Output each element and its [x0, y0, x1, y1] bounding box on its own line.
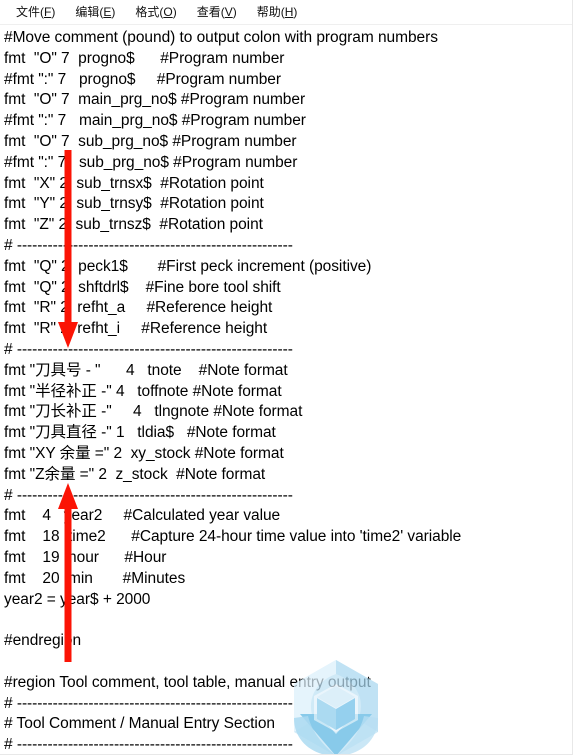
editor-line: #region Tool comment, tool table, manual… [4, 673, 371, 691]
menu-item-help-label: 帮助(H) [256, 5, 298, 19]
notepad-window: 文件(F) 编辑(E) 格式(O) 查看(V) 帮助(H) #Move comm… [0, 0, 573, 755]
editor-line: fmt 19 hour #Hour [4, 548, 167, 566]
editor-line: fmt "Y" 2 sub_trnsy$ #Rotation point [4, 195, 264, 213]
editor-line: # --------------------------------------… [4, 340, 293, 358]
editor-line: # Tool Comment / Manual Entry Section [4, 715, 275, 733]
editor-line: fmt "Z" 2 sub_trnsz$ #Rotation point [4, 216, 263, 234]
editor-line: # --------------------------------------… [4, 486, 293, 504]
editor-line: fmt "O" 7 main_prg_no$ #Program number [4, 91, 306, 109]
menu-item-file-label: 文件(F) [16, 5, 56, 19]
editor-line: fmt "刀长补正 -" 4 tlngnote #Note format [4, 403, 303, 421]
editor-line: # --------------------------------------… [4, 236, 293, 254]
menu-item-edit[interactable]: 编辑(E) [66, 3, 124, 21]
menu-item-format-label: 格式(O) [135, 5, 177, 19]
editor-text-content[interactable]: #Move comment (pound) to output colon wi… [4, 28, 572, 754]
editor-line: year2 = year$ + 2000 [4, 590, 151, 608]
editor-line: #fmt ":" 7 progno$ #Program number [4, 70, 281, 88]
menu-item-file[interactable]: 文件(F) [7, 3, 64, 21]
editor-line: fmt "X" 2 sub_trnsx$ #Rotation point [4, 174, 264, 192]
menu-bar: 文件(F) 编辑(E) 格式(O) 查看(V) 帮助(H) [0, 0, 572, 25]
editor-line: fmt "Q" 2 peck1$ #First peck increment (… [4, 257, 372, 275]
editor-line: fmt 18 time2 #Capture 24-hour time value… [4, 528, 462, 546]
editor-line: fmt "R" 2 refht_i #Reference height [4, 320, 268, 338]
menu-item-format[interactable]: 格式(O) [126, 3, 185, 21]
menu-item-edit-label: 编辑(E) [75, 5, 116, 19]
menu-item-help[interactable]: 帮助(H) [248, 3, 307, 21]
editor-line: fmt "O" 7 progno$ #Program number [4, 49, 285, 67]
editor-line: fmt "刀具号 - " 4 tnote #Note format [4, 361, 288, 379]
editor-line: fmt "R" 2 refht_a #Reference height [4, 299, 273, 317]
menu-item-view[interactable]: 查看(V) [188, 3, 246, 21]
editor-line: #fmt ":" 7 sub_prg_no$ #Program number [4, 153, 298, 171]
text-editor-area[interactable]: #Move comment (pound) to output colon wi… [0, 26, 572, 754]
editor-line: #fmt ":" 7 main_prg_no$ #Program number [4, 112, 306, 130]
editor-line: fmt "Q" 2 shftdrl$ #Fine bore tool shift [4, 278, 281, 296]
editor-line: fmt 20 min #Minutes [4, 569, 186, 587]
editor-line: # --------------------------------------… [4, 694, 293, 712]
menu-item-view-label: 查看(V) [196, 5, 237, 19]
editor-line: # --------------------------------------… [4, 736, 293, 754]
editor-line: fmt "Z余量 =" 2 z_stock #Note format [4, 465, 266, 483]
editor-line: #endregion [4, 632, 82, 650]
editor-line: fmt 4 year2 #Calculated year value [4, 507, 281, 525]
editor-line: fmt "O" 7 sub_prg_no$ #Program number [4, 132, 297, 150]
editor-line: fmt "刀具直径 -" 1 tldia$ #Note format [4, 424, 276, 442]
editor-line: fmt "半径补正 -" 4 toffnote #Note format [4, 382, 282, 400]
editor-line: fmt "XY 余量 =" 2 xy_stock #Note format [4, 444, 284, 462]
editor-line: #Move comment (pound) to output colon wi… [4, 29, 438, 46]
